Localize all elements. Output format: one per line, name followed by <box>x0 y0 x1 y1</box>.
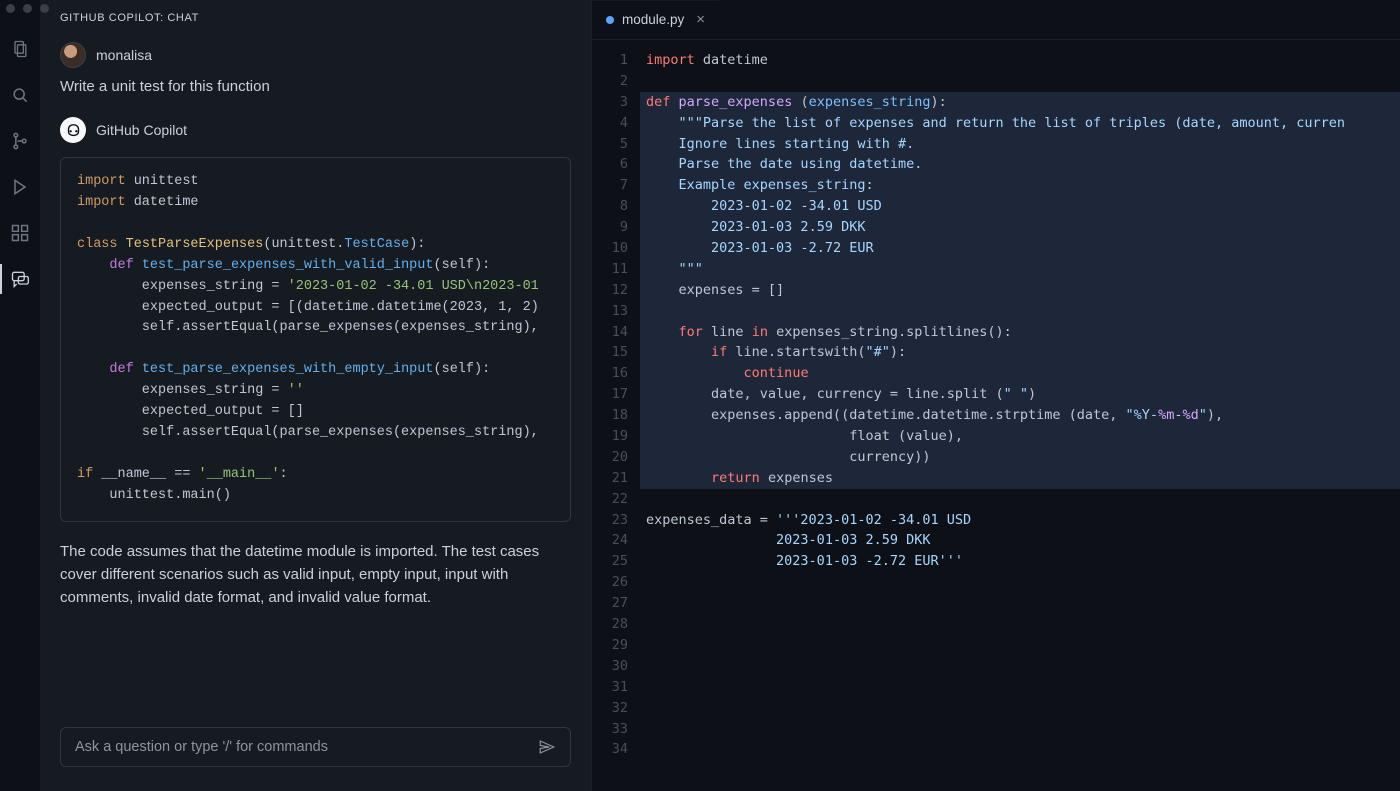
chat-username: monalisa <box>96 47 152 63</box>
source-control-icon[interactable] <box>9 130 31 152</box>
chat-input[interactable] <box>75 739 528 755</box>
editor-pane: module.py × 1234567891011121314151617181… <box>592 0 1400 791</box>
chat-bot-name: GitHub Copilot <box>96 122 187 138</box>
avatar <box>60 42 86 68</box>
window-dot[interactable] <box>23 4 32 13</box>
line-number-gutter: 1234567891011121314151617181920212223242… <box>592 50 640 791</box>
window-dot[interactable] <box>40 4 49 13</box>
tab-filename: module.py <box>622 12 684 27</box>
code-editor[interactable]: 1234567891011121314151617181920212223242… <box>592 40 1400 791</box>
chat-explanation: The code assumes that the datetime modul… <box>60 540 571 610</box>
copilot-chat-panel: GITHUB COPILOT: CHAT monalisa Write a un… <box>40 0 592 791</box>
chat-input-area <box>40 715 591 791</box>
copilot-chat-icon[interactable] <box>9 268 31 290</box>
chat-user-row: monalisa <box>60 42 571 68</box>
copilot-avatar-icon <box>60 117 86 143</box>
chat-bot-row: GitHub Copilot <box>60 117 571 143</box>
close-icon[interactable]: × <box>696 11 705 28</box>
run-icon[interactable] <box>9 176 31 198</box>
chat-user-prompt: Write a unit test for this function <box>60 78 571 95</box>
search-icon[interactable] <box>9 84 31 106</box>
activity-bar <box>0 0 40 791</box>
panel-title: GITHUB COPILOT: CHAT <box>40 0 591 34</box>
editor-tabs: module.py × <box>592 0 1400 40</box>
editor-tab[interactable]: module.py × <box>592 0 719 39</box>
extensions-icon[interactable] <box>9 222 31 244</box>
modified-indicator-icon <box>606 16 614 24</box>
chat-input-box[interactable] <box>60 727 571 767</box>
send-icon[interactable] <box>538 738 556 756</box>
window-controls[interactable] <box>6 4 49 13</box>
chat-code-block[interactable]: import unittest import datetime class Te… <box>60 157 571 522</box>
files-icon[interactable] <box>9 38 31 60</box>
window-dot[interactable] <box>6 4 15 13</box>
code-content[interactable]: import datetimedef parse_expenses (expen… <box>640 50 1400 791</box>
chat-body: monalisa Write a unit test for this func… <box>40 34 591 715</box>
